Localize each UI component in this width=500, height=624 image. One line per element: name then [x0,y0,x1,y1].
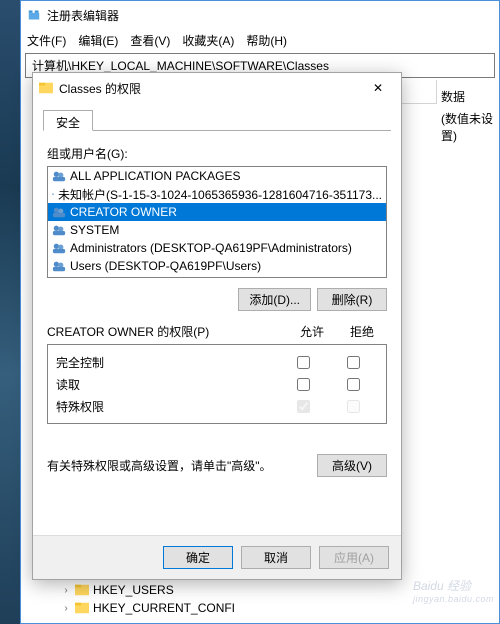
remove-button[interactable]: 删除(R) [317,288,387,311]
regedit-icon [27,9,41,21]
perm-row-special: 特殊权限 [56,395,378,417]
tree-toggle-icon[interactable]: › [61,603,71,614]
apply-button[interactable]: 应用(A) [319,546,389,569]
users-icon [52,260,66,272]
perm-label: 读取 [56,376,278,393]
user-entry-label: Administrators (DESKTOP-QA619PF\Administ… [70,241,352,255]
menu-help[interactable]: 帮助(H) [246,32,287,49]
user-entry[interactable]: Administrators (DESKTOP-QA619PF\Administ… [48,239,386,257]
user-entry-label: SYSTEM [70,223,119,237]
permissions-header: CREATOR OWNER 的权限(P) 允许 拒绝 [47,323,387,340]
folder-icon [75,602,89,614]
dialog-footer: 确定 取消 应用(A) [33,535,401,579]
users-icon [52,242,66,254]
col-data[interactable]: 数据 [441,88,465,105]
registry-titlebar: 注册表编辑器 [21,1,499,29]
folder-icon [39,82,53,94]
perm-row-read: 读取 [56,373,378,395]
close-icon: ✕ [373,81,383,95]
menu-favorites[interactable]: 收藏夹(A) [182,32,234,49]
registry-menubar[interactable]: 文件(F) 编辑(E) 查看(V) 收藏夹(A) 帮助(H) [21,29,499,51]
allow-full-checkbox[interactable] [297,356,310,369]
user-entry[interactable]: CREATOR OWNER [48,203,386,221]
permissions-dialog: Classes 的权限 ✕ 安全 组或用户名(G): ALL APPLICATI… [32,72,402,580]
deny-full-checkbox[interactable] [347,356,360,369]
user-entry-label: 未知帐户(S-1-15-3-1024-1065365936-1281604716… [58,186,382,203]
allow-special-checkbox [297,400,310,413]
tree-label: HKEY_CURRENT_CONFI [93,601,235,615]
group-users-label: 组或用户名(G): [47,145,387,162]
users-icon [52,170,66,182]
ok-button[interactable]: 确定 [163,546,233,569]
advanced-hint-text: 有关特殊权限或高级设置，请单击"高级"。 [47,457,307,474]
user-entry-label: ALL APPLICATION PACKAGES [70,169,241,183]
tab-strip: 安全 [43,109,391,131]
data-placeholder: (数值未设置) [441,110,499,144]
col-deny: 拒绝 [337,323,387,340]
user-entry[interactable]: ALL APPLICATION PACKAGES [48,167,386,185]
users-icon [52,206,66,218]
user-entry[interactable]: 未知帐户(S-1-15-3-1024-1065365936-1281604716… [48,185,386,203]
user-entry[interactable]: SYSTEM [48,221,386,239]
dialog-titlebar: Classes 的权限 ✕ [33,73,401,103]
perm-label: 完全控制 [56,354,278,371]
tree-hkey-users[interactable]: › HKEY_USERS [61,581,235,599]
permissions-for-label: CREATOR OWNER 的权限(P) [47,323,287,340]
dialog-title: Classes 的权限 [59,80,361,97]
tree-hkey-cc[interactable]: › HKEY_CURRENT_CONFI [61,599,235,617]
tab-security[interactable]: 安全 [43,110,93,131]
menu-file[interactable]: 文件(F) [27,32,66,49]
user-entry-label: CREATOR OWNER [70,205,177,219]
col-allow: 允许 [287,323,337,340]
desktop-wallpaper-strip [0,0,20,624]
perm-label: 特殊权限 [56,398,278,415]
folder-icon [75,584,89,596]
add-button[interactable]: 添加(D)... [238,288,311,311]
user-entry[interactable]: Users (DESKTOP-QA619PF\Users) [48,257,386,275]
menu-view[interactable]: 查看(V) [130,32,170,49]
users-icon [52,224,66,236]
registry-title-text: 注册表编辑器 [47,7,119,24]
cancel-button[interactable]: 取消 [241,546,311,569]
users-listbox[interactable]: ALL APPLICATION PACKAGES 未知帐户(S-1-15-3-10… [47,166,387,278]
tree-toggle-icon[interactable]: › [61,585,71,596]
close-button[interactable]: ✕ [361,77,395,99]
deny-read-checkbox[interactable] [347,378,360,391]
deny-special-checkbox [347,400,360,413]
users-icon [52,188,54,200]
tree-label: HKEY_USERS [93,583,174,597]
allow-read-checkbox[interactable] [297,378,310,391]
perm-row-full: 完全控制 [56,351,378,373]
permissions-listbox: 完全控制 读取 特殊权限 [47,344,387,424]
user-entry-label: Users (DESKTOP-QA619PF\Users) [70,259,261,273]
advanced-button[interactable]: 高级(V) [317,454,387,477]
menu-edit[interactable]: 编辑(E) [78,32,118,49]
